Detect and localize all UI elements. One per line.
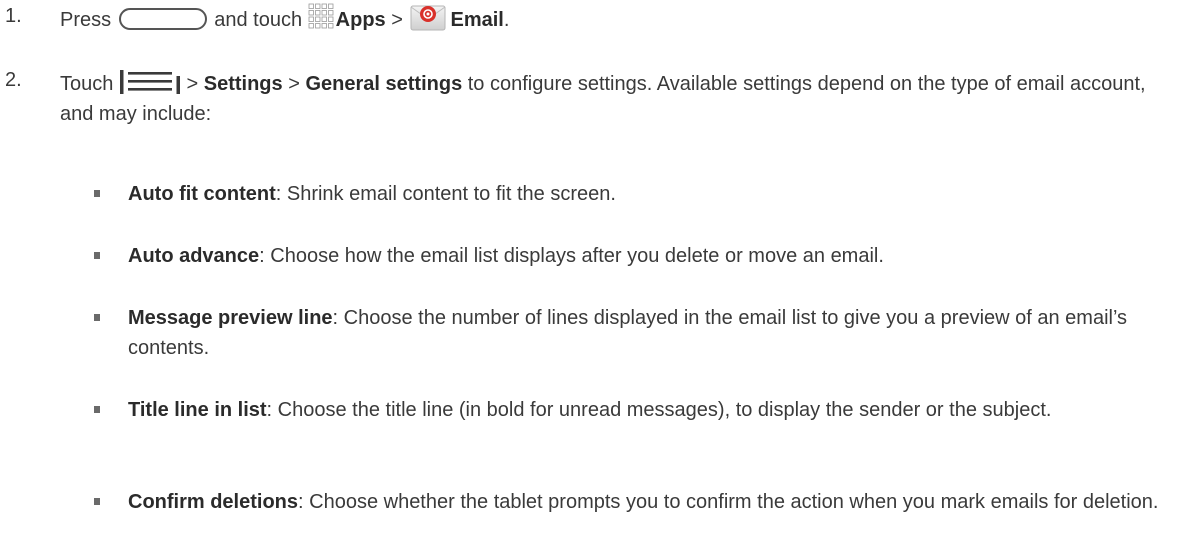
and-touch-text: and touch [214,9,303,31]
step-number: 2. [5,69,22,91]
step-2-text: Touch > Settings > General settings to c… [60,69,1184,129]
list-item-text: Title line in list: Choose the title lin… [128,395,1190,425]
apps-grid-icon [308,3,334,31]
setting-description: : Choose the title line (in bold for unr… [266,399,1052,421]
list-item-text: Confirm deletions: Choose whether the ta… [128,487,1190,517]
bullet-icon [94,190,100,197]
apps-label: Apps [335,9,386,31]
separator: > [391,9,403,31]
list-item-text: Auto advance: Choose how the email list … [128,241,1190,271]
settings-label: Settings [203,73,283,95]
setting-term: Auto fit content [128,183,276,205]
touch-text: Touch [60,73,114,95]
press-text: Press [60,9,112,31]
setting-term: Message preview line [128,307,333,329]
bullet-icon [94,314,100,321]
step-1-text: Press and touch Apps > Email. [60,2,1184,36]
email-app-icon [410,2,446,32]
setting-term: Auto advance [128,245,260,267]
separator: > [186,73,199,95]
email-label: Email [450,9,504,31]
setting-description: : Choose how the email list displays aft… [259,245,884,267]
bullet-icon [94,252,100,259]
setting-term: Title line in list [128,399,267,421]
setting-description: : Shrink email content to fit the screen… [275,183,616,205]
general-settings-label: General settings [305,73,463,95]
bullet-icon [94,498,100,505]
step-number: 1. [5,5,22,27]
separator: > [288,73,300,95]
home-key-icon [118,7,207,30]
setting-term: Confirm deletions [128,491,299,513]
bullet-icon [94,406,100,413]
menu-key-icon [119,69,181,95]
list-item-text: Message preview line: Choose the number … [128,303,1190,363]
list-item-text: Auto fit content: Shrink email content t… [128,179,1190,209]
period: . [503,9,510,31]
setting-description: : Choose whether the tablet prompts you … [298,491,1159,513]
